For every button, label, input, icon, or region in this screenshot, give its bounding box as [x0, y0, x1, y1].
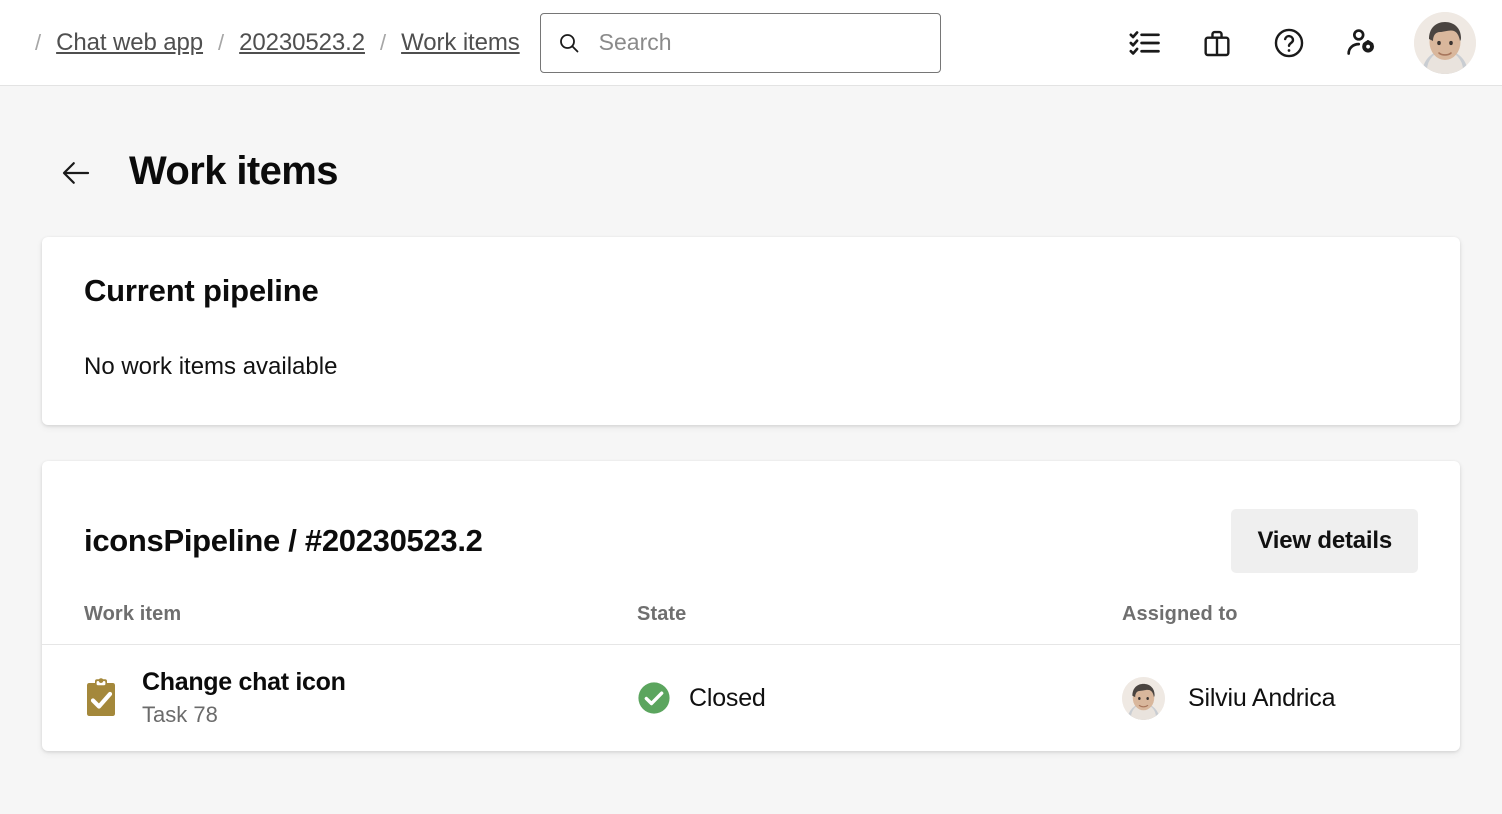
breadcrumb-separator-1: /	[205, 30, 237, 56]
breadcrumb: / Chat web app / 20230523.2 / Work items	[22, 0, 522, 85]
assignee-name: Silviu Andrica	[1188, 684, 1335, 713]
avatar[interactable]	[1414, 12, 1476, 74]
column-header-assigned-to: Assigned to	[1122, 603, 1418, 626]
search-icon	[557, 31, 581, 55]
checklist-icon[interactable]	[1122, 20, 1168, 66]
work-item-title: Change chat icon	[142, 668, 346, 697]
table-row[interactable]: Change chat icon Task 78 Closed	[42, 645, 1460, 751]
cell-assigned-to: Silviu Andrica	[1122, 677, 1418, 720]
search-box[interactable]	[540, 13, 941, 73]
current-pipeline-title: Current pipeline	[84, 273, 1418, 309]
breadcrumb-separator-2: /	[367, 30, 399, 56]
arrow-left-icon[interactable]	[56, 153, 96, 193]
breadcrumb-item-run-number[interactable]: 20230523.2	[237, 25, 367, 61]
pipeline-run-title: iconsPipeline / #20230523.2	[84, 523, 483, 559]
breadcrumb-separator-0: /	[22, 30, 54, 56]
work-items-card: iconsPipeline / #20230523.2 View details…	[42, 461, 1460, 751]
page-header: Work items	[0, 86, 1502, 210]
current-pipeline-card: Current pipeline No work items available	[42, 237, 1460, 425]
breadcrumb-item-chat-web-app[interactable]: Chat web app	[54, 25, 205, 61]
breadcrumb-item-work-items[interactable]: Work items	[399, 25, 522, 61]
work-item-subtitle: Task 78	[142, 702, 346, 728]
help-circle-icon[interactable]	[1266, 20, 1312, 66]
current-pipeline-empty-message: No work items available	[84, 353, 1418, 381]
top-bar-actions	[1122, 12, 1482, 74]
work-item-text: Change chat icon Task 78	[142, 668, 346, 728]
work-items-column-headers: Work item State Assigned to	[42, 585, 1460, 645]
column-header-state: State	[637, 603, 1122, 626]
assignee-avatar	[1122, 677, 1165, 720]
check-circle-icon	[637, 681, 671, 715]
view-details-button[interactable]: View details	[1231, 509, 1418, 573]
search-input[interactable]	[599, 29, 924, 56]
avatar-image	[1414, 12, 1476, 74]
top-bar: / Chat web app / 20230523.2 / Work items	[0, 0, 1502, 86]
bag-icon[interactable]	[1194, 20, 1240, 66]
page-title: Work items	[129, 149, 338, 194]
column-header-work-item: Work item	[84, 603, 637, 626]
task-clipboard-icon	[84, 678, 118, 718]
cell-work-item: Change chat icon Task 78	[84, 668, 637, 728]
work-items-card-header: iconsPipeline / #20230523.2 View details	[42, 461, 1460, 585]
cell-state: Closed	[637, 681, 1122, 715]
user-settings-icon[interactable]	[1338, 20, 1384, 66]
status-badge: Closed	[689, 684, 766, 713]
